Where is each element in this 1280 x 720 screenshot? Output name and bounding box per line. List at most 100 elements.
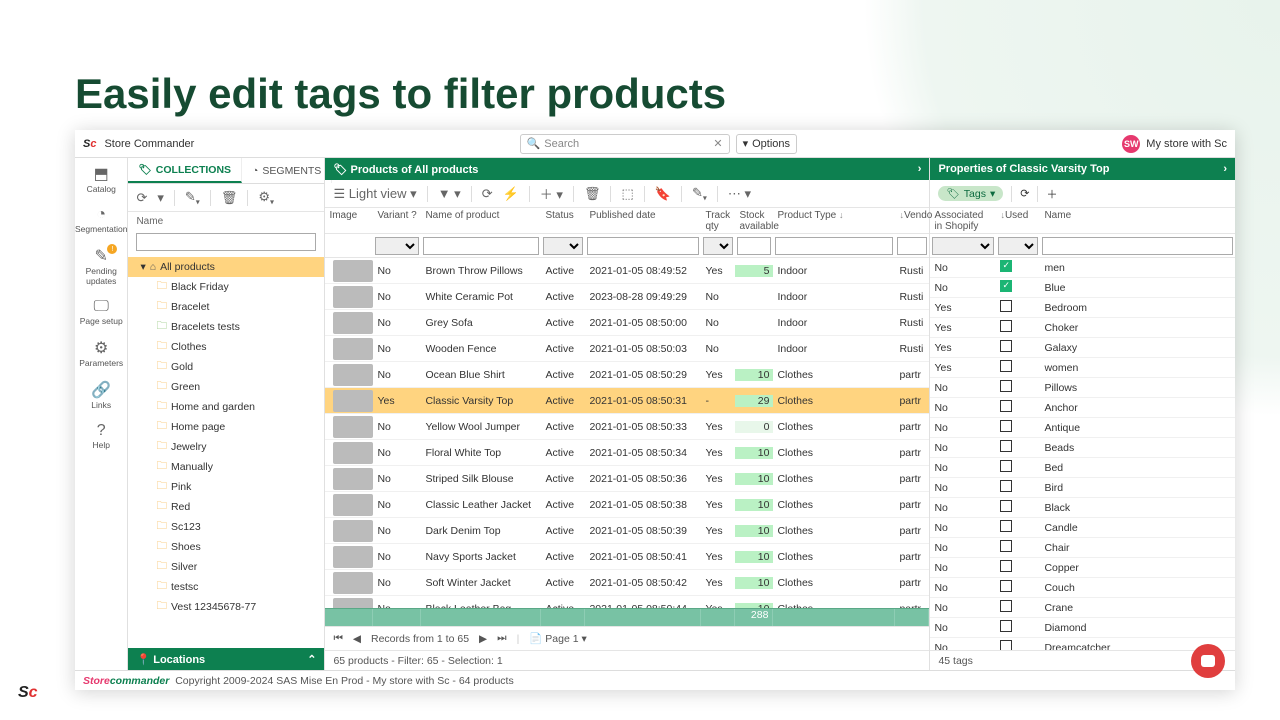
tree-item[interactable]: 🗀Jewelry <box>128 437 324 457</box>
clear-search-icon[interactable]: ✕ <box>713 137 722 150</box>
filter-status[interactable] <box>543 237 583 255</box>
locations-bar[interactable]: 📍 Locations⌃ <box>128 648 324 670</box>
rail-help[interactable]: ?Help <box>75 422 127 450</box>
product-row[interactable]: NoBlack Leather Bag Active2021-01-05 08:… <box>325 596 929 608</box>
filter-tagname[interactable] <box>1042 237 1233 255</box>
edit-icon[interactable]: ✎▾ <box>185 189 200 207</box>
tag-row[interactable]: No Beads <box>930 438 1235 458</box>
tag-row[interactable]: No Candle <box>930 518 1235 538</box>
prev-page-icon[interactable]: ◀ <box>353 633 361 645</box>
tree-item[interactable]: 🗀Clothes <box>128 337 324 357</box>
filter-variant[interactable] <box>375 237 419 255</box>
product-row[interactable]: NoClassic Leather Jacket Active2021-01-0… <box>325 492 929 518</box>
user-avatar[interactable]: SW <box>1122 135 1140 153</box>
tag-row[interactable]: No Antique <box>930 418 1235 438</box>
product-row[interactable]: NoOcean Blue Shirt Active2021-01-05 08:5… <box>325 362 929 388</box>
tree-item[interactable]: 🗀Sc123 <box>128 517 324 537</box>
tag-row[interactable]: No Crane <box>930 598 1235 618</box>
add-icon[interactable]: ＋ ▾ <box>540 184 563 203</box>
product-row[interactable]: NoNavy Sports Jacket Active2021-01-05 08… <box>325 544 929 570</box>
tag-row[interactable]: No men <box>930 258 1235 278</box>
tree-item[interactable]: 🗀Manually <box>128 457 324 477</box>
tag-row[interactable]: No Blue <box>930 278 1235 298</box>
checkbox-icon[interactable] <box>1000 480 1012 492</box>
product-row[interactable]: NoGrey Sofa Active2021-01-05 08:50:00 No… <box>325 310 929 336</box>
filter-ptype[interactable] <box>775 237 893 255</box>
tree-item[interactable]: 🗀Green <box>128 377 324 397</box>
tag-icon[interactable]: 🔖 <box>655 186 671 202</box>
tag-row[interactable]: No Dreamcatcher <box>930 638 1235 650</box>
filter-used[interactable] <box>998 237 1038 255</box>
filter-icon[interactable]: ▼ ▾ <box>438 186 461 202</box>
tree-item[interactable]: 🗀Bracelets tests <box>128 317 324 337</box>
refresh-icon[interactable]: ⟳ <box>1020 187 1029 200</box>
rail-pending-updates[interactable]: ✎Pending updates! <box>75 246 127 286</box>
filter-date[interactable] <box>587 237 699 255</box>
checkbox-icon[interactable] <box>1000 340 1012 352</box>
checkbox-icon[interactable] <box>1000 320 1012 332</box>
tree-item[interactable]: 🗀Red <box>128 497 324 517</box>
chevron-right-icon[interactable]: › <box>1223 163 1227 175</box>
tree-item[interactable]: 🗀Gold <box>128 357 324 377</box>
tag-row[interactable]: No Pillows <box>930 378 1235 398</box>
dropdown-icon[interactable]: ▾ <box>157 190 164 206</box>
checkbox-icon[interactable] <box>1000 300 1012 312</box>
checkbox-icon[interactable] <box>1000 560 1012 572</box>
refresh-icon[interactable]: ⟳ <box>136 190 147 206</box>
last-page-icon[interactable]: ⏭ <box>497 632 506 645</box>
tree-item[interactable]: 🗀Home and garden <box>128 397 324 417</box>
checkbox-icon[interactable] <box>1000 260 1012 272</box>
trash-icon[interactable]: 🗑 <box>584 186 601 202</box>
checkbox-icon[interactable] <box>1000 520 1012 532</box>
checkbox-icon[interactable] <box>1000 540 1012 552</box>
tree-item[interactable]: 🗀Black Friday <box>128 277 324 297</box>
tree-root[interactable]: ▾ ⌂All products <box>128 257 324 277</box>
rail-catalog[interactable]: ⬒Catalog <box>75 164 127 194</box>
bolt-icon[interactable]: ⚡ <box>503 186 519 202</box>
product-row[interactable]: NoDark Denim Top Active2021-01-05 08:50:… <box>325 518 929 544</box>
tree-item[interactable]: 🗀testsc <box>128 577 324 597</box>
rail-parameters[interactable]: ⚙Parameters <box>75 338 127 368</box>
collection-filter-input[interactable] <box>136 233 316 251</box>
tag-row[interactable]: Yes Bedroom <box>930 298 1235 318</box>
filter-stock[interactable] <box>737 237 771 255</box>
chevron-right-icon[interactable]: › <box>918 163 922 175</box>
next-page-icon[interactable]: ▶ <box>479 633 487 645</box>
columns-icon[interactable]: ⬚ <box>621 186 633 202</box>
add-icon[interactable]: ＋ <box>1046 186 1057 202</box>
checkbox-icon[interactable] <box>1000 640 1012 650</box>
trash-icon[interactable]: 🗑 <box>221 190 238 206</box>
checkbox-icon[interactable] <box>1000 600 1012 612</box>
tab-collections[interactable]: 🏷COLLECTIONS <box>128 158 242 183</box>
checkbox-icon[interactable] <box>1000 280 1012 292</box>
tag-row[interactable]: Yes Choker <box>930 318 1235 338</box>
checkbox-icon[interactable] <box>1000 620 1012 632</box>
product-row[interactable]: NoYellow Wool Jumper Active2021-01-05 08… <box>325 414 929 440</box>
tag-row[interactable]: No Bed <box>930 458 1235 478</box>
more-icon[interactable]: ⋯ ▾ <box>728 186 751 202</box>
tag-row[interactable]: Yes Galaxy <box>930 338 1235 358</box>
rail-page-setup[interactable]: 🖵Page setup <box>75 298 127 326</box>
tag-row[interactable]: No Chair <box>930 538 1235 558</box>
checkbox-icon[interactable] <box>1000 500 1012 512</box>
checkbox-icon[interactable] <box>1000 360 1012 372</box>
tag-row[interactable]: No Copper <box>930 558 1235 578</box>
gear-icon[interactable]: ⚙▾ <box>258 189 274 207</box>
tag-row[interactable]: Yes women <box>930 358 1235 378</box>
checkbox-icon[interactable] <box>1000 380 1012 392</box>
tag-row[interactable]: No Couch <box>930 578 1235 598</box>
filter-vendor[interactable] <box>897 237 927 255</box>
tree-item[interactable]: 🗀Vest 12345678-77 <box>128 597 324 617</box>
filter-assoc[interactable] <box>932 237 994 255</box>
rail-segmentation[interactable]: ◔Segmentation <box>75 206 127 234</box>
tree-item[interactable]: 🗀Silver <box>128 557 324 577</box>
checkbox-icon[interactable] <box>1000 440 1012 452</box>
filter-track[interactable] <box>703 237 733 255</box>
tree-item[interactable]: 🗀Home page <box>128 417 324 437</box>
tag-row[interactable]: No Black <box>930 498 1235 518</box>
refresh-icon[interactable]: ⟳ <box>482 186 493 202</box>
chat-button[interactable] <box>1191 644 1225 678</box>
tree-item[interactable]: 🗀Pink <box>128 477 324 497</box>
tag-row[interactable]: No Diamond <box>930 618 1235 638</box>
rail-links[interactable]: 🔗Links <box>75 380 127 410</box>
